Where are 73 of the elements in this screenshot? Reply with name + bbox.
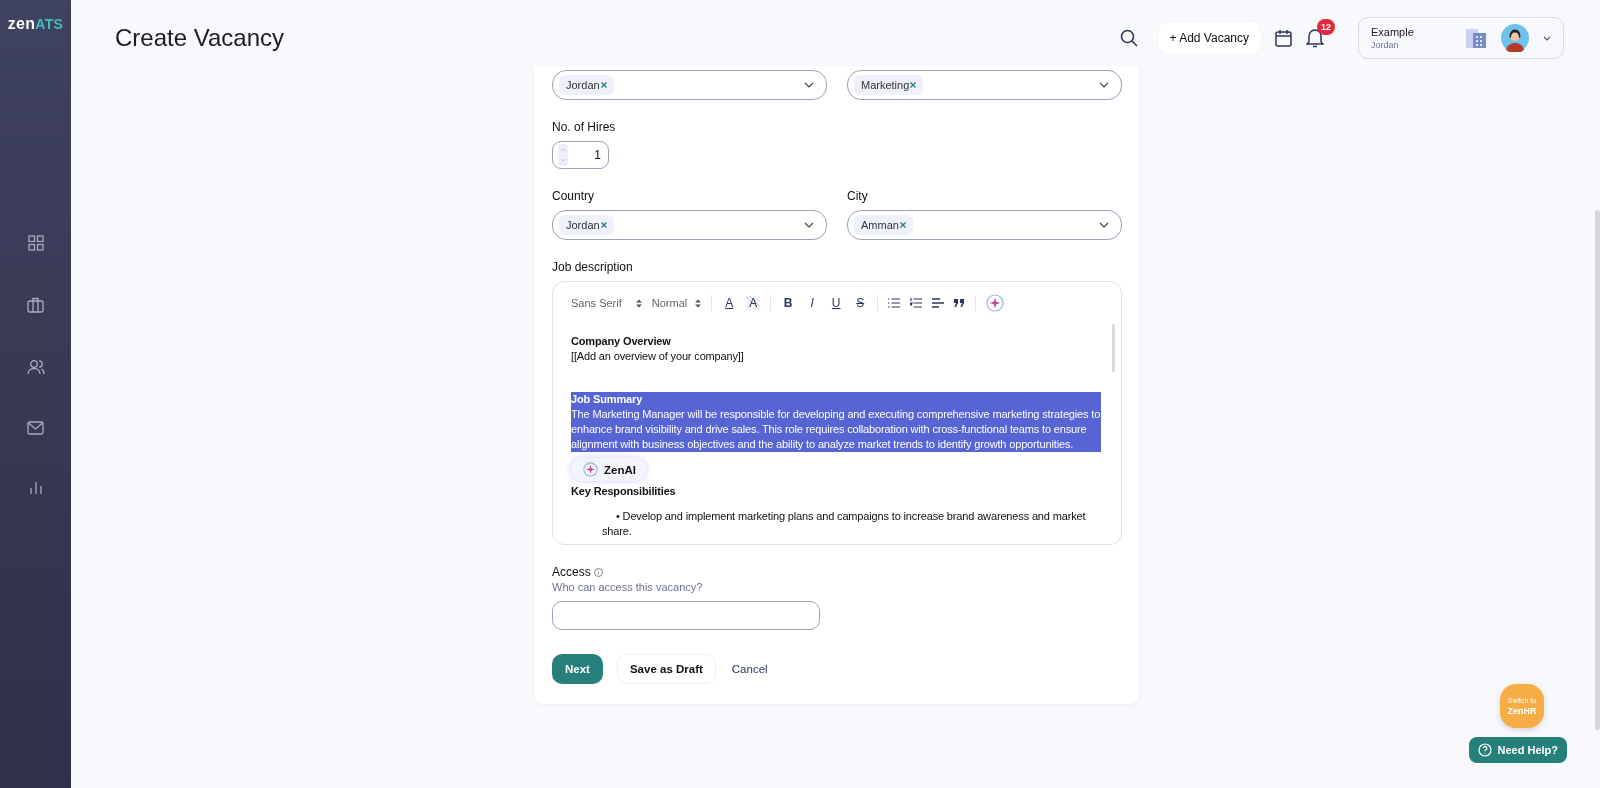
paragraph: [[Add an overview of your company]] — [571, 349, 745, 364]
field-label: No. of Hires — [552, 120, 617, 134]
company-location: Jordan — [1371, 40, 1400, 50]
avatar — [1501, 24, 1529, 52]
field-label: Job description — [552, 260, 634, 274]
tag: Amman — [854, 215, 913, 235]
paragraph: The Marketing Manager will be responsible for developing and executing comprehensive marketing strategies to enhance brand visibility and drive sales. This role requires collaboration with cross-functional teams to ensure alignment with business objectives and the ability to analyze market trends to identify growth opportunities. — [571, 407, 1101, 452]
section-heading: Job Summary — [571, 392, 1101, 407]
format-button[interactable]: B — [781, 296, 796, 310]
company-name: Example — [1371, 26, 1415, 38]
format-button[interactable]: U — [829, 296, 844, 310]
sort-arrows-icon — [635, 298, 642, 308]
format-button[interactable]: A — [746, 296, 761, 310]
select-field[interactable]: Marketing — [847, 70, 1122, 100]
sort-arrows-icon — [695, 298, 702, 308]
help-button[interactable]: Need Help? — [1469, 737, 1567, 763]
remove-icon[interactable] — [899, 222, 906, 228]
chevron-down-icon — [1099, 222, 1109, 228]
field-hint: Who can access this vacancy? — [552, 581, 704, 593]
format-button[interactable]: S — [853, 296, 868, 310]
briefcase-icon[interactable] — [27, 297, 44, 313]
help-icon — [1478, 743, 1493, 757]
zenai-button[interactable]: ZenAI — [571, 458, 646, 481]
bell-icon[interactable] — [1306, 28, 1324, 48]
users-icon[interactable] — [26, 359, 45, 375]
mail-icon[interactable] — [27, 421, 44, 435]
bar-chart-icon[interactable] — [28, 481, 43, 495]
notification-badge: 12 — [1317, 19, 1335, 35]
bullet-list-icon[interactable] — [888, 298, 901, 308]
building-icon — [1465, 27, 1487, 49]
add-vacancy-button[interactable]: + Add Vacancy — [1157, 22, 1261, 54]
rich-text-editor[interactable] — [552, 281, 1122, 545]
format-button[interactable]: A — [722, 296, 737, 310]
next-button[interactable]: Next — [552, 654, 603, 684]
cancel-link[interactable]: Cancel — [729, 654, 770, 684]
field-label: City — [847, 189, 869, 203]
scrollbar[interactable] — [1595, 210, 1600, 730]
logo: zenATS — [7, 15, 64, 33]
chevron-down-icon — [804, 82, 814, 88]
calendar-icon[interactable] — [1275, 29, 1292, 47]
access-field[interactable] — [552, 601, 820, 630]
remove-icon[interactable] — [910, 82, 917, 88]
account-menu[interactable]: Example Jordan — [1358, 17, 1564, 59]
sparkle-icon[interactable] — [986, 294, 1005, 312]
dashboard-icon[interactable] — [27, 235, 44, 251]
tag: Jordan — [559, 75, 614, 95]
chevron-down-icon — [1543, 35, 1551, 41]
size-select[interactable]: Normal — [651, 297, 702, 309]
remove-icon[interactable] — [600, 82, 607, 88]
tag: Jordan — [559, 215, 614, 235]
tag: Marketing — [854, 75, 924, 95]
format-button[interactable]: I — [805, 296, 820, 310]
font-select[interactable]: Sans Serif — [571, 297, 642, 309]
remove-icon[interactable] — [600, 222, 607, 228]
chevron-down-icon — [804, 222, 814, 228]
numbered-list-icon[interactable] — [910, 298, 923, 308]
number-field[interactable]: 1 — [552, 141, 609, 169]
search-icon[interactable] — [1119, 29, 1138, 47]
select-field[interactable]: Amman — [847, 210, 1122, 240]
bullet-item: • Develop and implement marketing plans and campaigns to increase brand awareness and market share. — [601, 509, 1087, 539]
save-draft-button[interactable]: Save as Draft — [616, 654, 716, 684]
chevron-down-icon — [1099, 82, 1109, 88]
align-left-icon[interactable] — [932, 298, 945, 308]
select-field[interactable]: Jordan — [552, 70, 827, 100]
field-label: Access — [552, 565, 1122, 579]
info-icon — [593, 567, 603, 577]
select-field[interactable]: Jordan — [552, 210, 827, 240]
quote-icon[interactable] — [954, 299, 966, 307]
section-heading: Key Responsibilities — [571, 484, 677, 499]
sparkle-icon — [583, 462, 598, 477]
page-title: Create Vacancy — [115, 24, 284, 52]
section-heading: Company Overview — [571, 334, 672, 349]
field-label: Country — [552, 189, 596, 203]
